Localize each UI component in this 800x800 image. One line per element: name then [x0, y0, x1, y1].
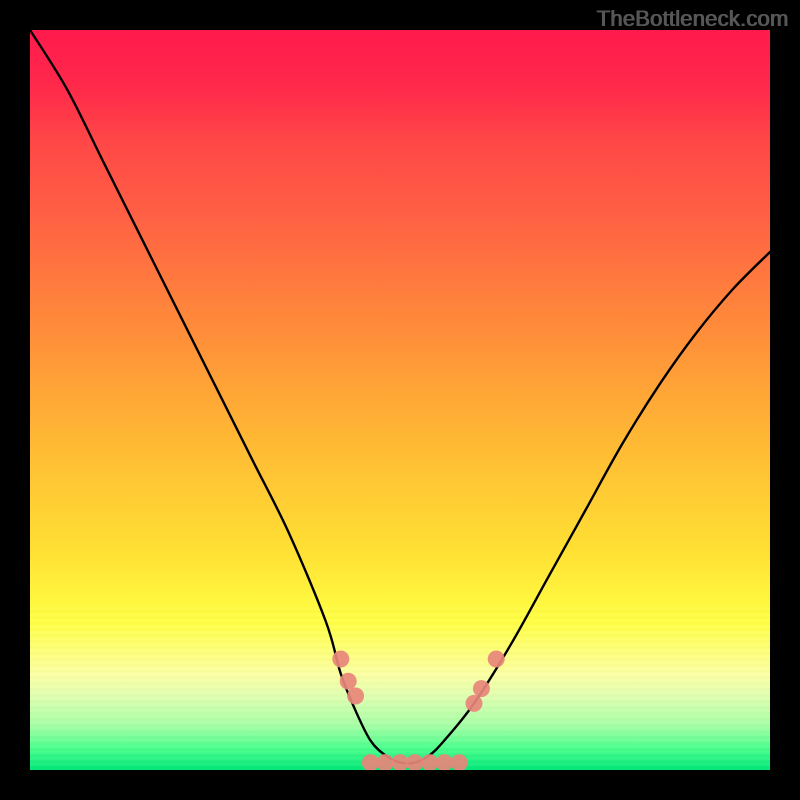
data-point: [340, 673, 357, 690]
plot-area: [30, 30, 770, 770]
chart-frame: TheBottleneck.com: [0, 0, 800, 800]
data-point: [377, 754, 394, 770]
scatter-points: [332, 651, 504, 771]
data-point: [421, 754, 438, 770]
data-point: [466, 695, 483, 712]
data-point: [332, 651, 349, 668]
data-point: [436, 754, 453, 770]
data-point: [392, 754, 409, 770]
watermark-text: TheBottleneck.com: [596, 6, 788, 32]
data-point: [406, 754, 423, 770]
data-point: [451, 754, 468, 770]
data-point: [473, 680, 490, 697]
data-point: [362, 754, 379, 770]
curve-svg: [30, 30, 770, 770]
bottleneck-curve: [30, 30, 770, 764]
data-point: [488, 651, 505, 668]
data-point: [347, 688, 364, 705]
